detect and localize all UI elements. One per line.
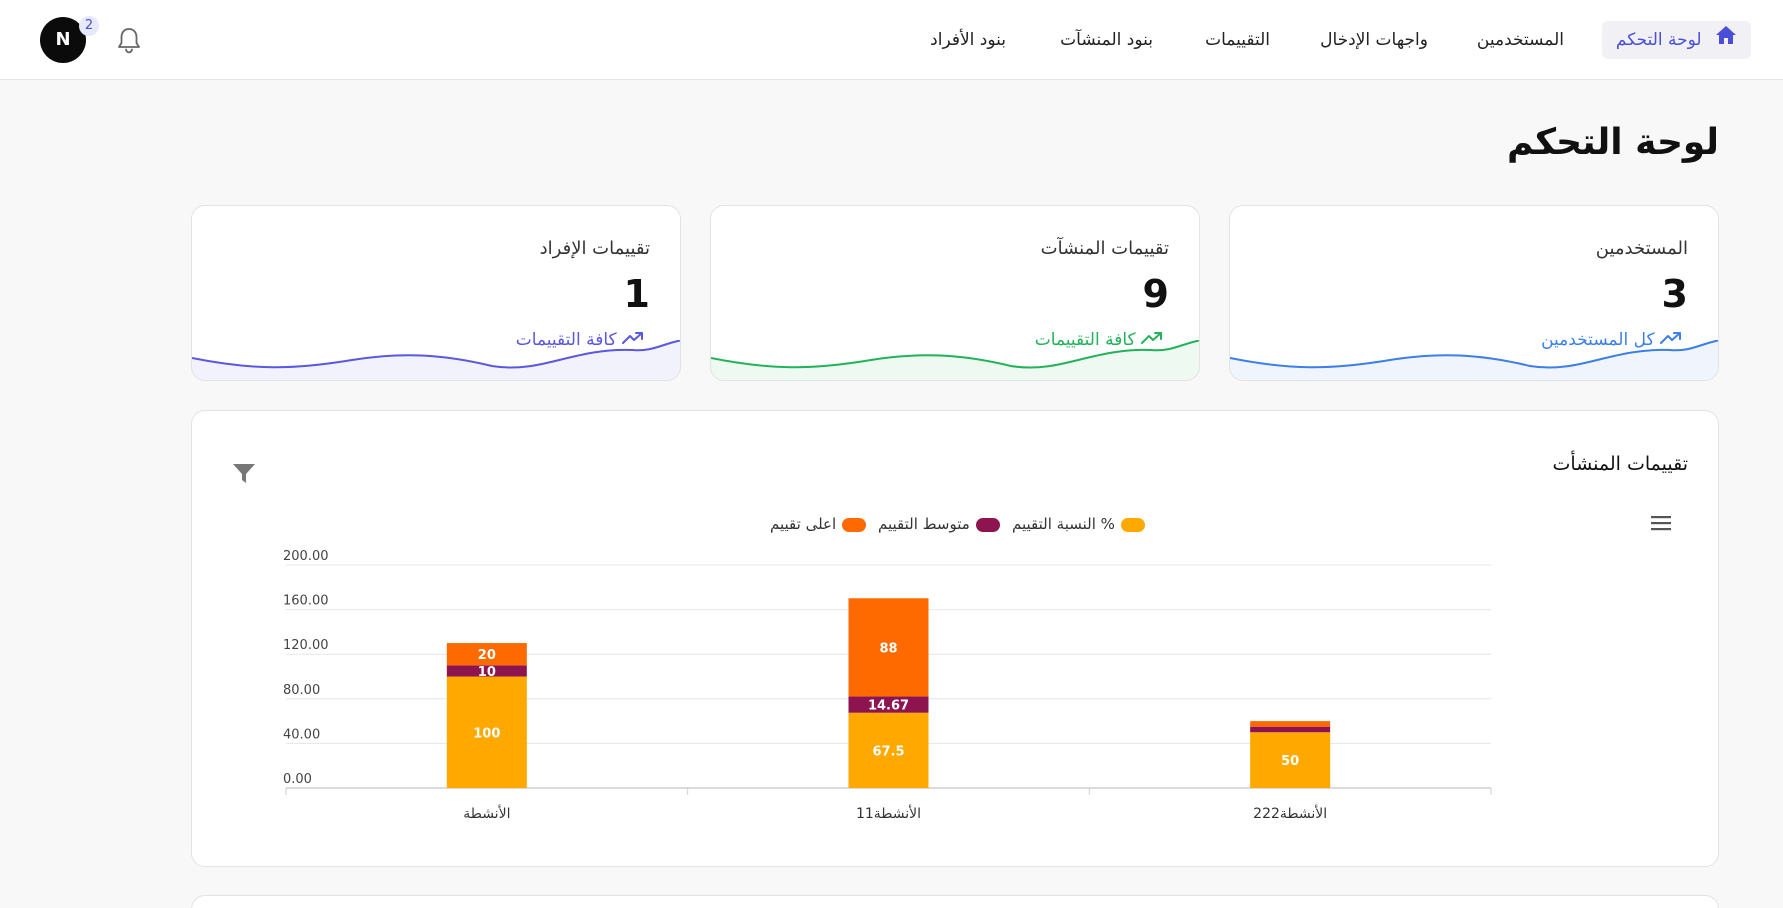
stat-label: تقييمات المنشآت — [1040, 238, 1169, 259]
stat-card-users: المستخدمين 3 كل المستخدمين — [1229, 205, 1719, 381]
stat-sparkline — [1230, 340, 1718, 380]
stat-label: تقييمات الإفراد — [539, 238, 650, 259]
secondary-card — [191, 895, 1719, 908]
bar-data-label: 100 — [473, 726, 500, 741]
stat-value: 1 — [623, 272, 650, 316]
page-title: لوحة التحكم — [1506, 122, 1719, 163]
bar-data-label: 50 — [1281, 754, 1299, 769]
stat-sparkline — [192, 340, 680, 380]
x-category-label: الأنشطة222 — [1253, 804, 1327, 822]
nav-item-users[interactable]: المستخدمين — [1477, 21, 1564, 59]
bar-data-label: 88 — [879, 641, 897, 656]
stat-value: 3 — [1661, 272, 1688, 316]
stat-label: المستخدمين — [1595, 238, 1688, 259]
notification-bell-icon[interactable] — [116, 26, 142, 54]
bar-data-label: 14.67 — [868, 699, 909, 714]
nav-item-dashboard[interactable]: لوحة التحكم — [1601, 21, 1751, 59]
x-category-label: الأنشطة — [463, 804, 510, 822]
stat-card-individual-evaluations: تقييمات الإفراد 1 كافة التقييمات — [191, 205, 681, 381]
nav-item-input-interfaces[interactable]: واجهات الإدخال — [1320, 21, 1428, 59]
bar-data-label: 10 — [478, 665, 496, 680]
home-icon — [1715, 21, 1737, 59]
nav-item-individual-items[interactable]: بنود الأفراد — [930, 21, 1006, 59]
y-tick-label: 200.00 — [283, 549, 329, 564]
top-navbar: لوحة التحكم المستخدمين واجهات الإدخال ال… — [0, 0, 1783, 80]
notification-count-badge: 2 — [79, 16, 99, 36]
bar-data-label: 20 — [478, 648, 496, 663]
bar-segment — [1250, 726, 1331, 733]
y-tick-label: 80.00 — [283, 683, 320, 698]
facility-evaluations-chart-card: تقييمات المنشأت النسبة التقييم % متوسط ا… — [191, 410, 1719, 867]
bar-data-label: 67.5 — [872, 744, 904, 759]
nav-item-facility-items[interactable]: بنود المنشآت — [1060, 21, 1153, 59]
y-tick-label: 120.00 — [283, 638, 329, 653]
nav-item-evaluations[interactable]: التقييمات — [1205, 21, 1270, 59]
bar-segment — [1250, 721, 1331, 727]
y-tick-label: 0.00 — [283, 772, 312, 787]
y-tick-label: 40.00 — [283, 727, 320, 742]
nav-dashboard-label: لوحة التحكم — [1615, 30, 1702, 50]
stat-value: 9 — [1142, 272, 1169, 316]
stacked-bar-chart: 0.00 40.00 80.00 120.00 160.00 200.00 100 10 20 ا… — [283, 549, 1492, 822]
stat-card-facility-evaluations: تقييمات المنشآت 9 كافة التقييمات — [710, 205, 1200, 381]
y-tick-label: 160.00 — [283, 594, 329, 609]
stat-sparkline — [711, 340, 1199, 380]
x-category-label: الأنشطة11 — [856, 804, 921, 822]
